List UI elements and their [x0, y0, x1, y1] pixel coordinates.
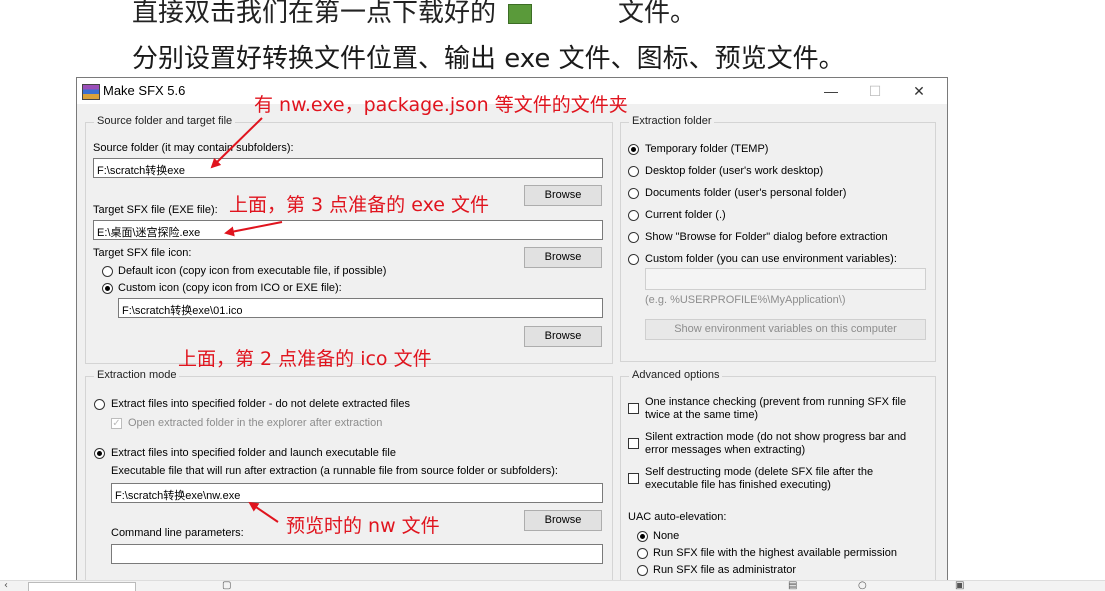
self-destruct-label-line-2[interactable]: executable file has finished executing): [645, 479, 831, 491]
folder-custom-label[interactable]: Custom folder (you can use environment v…: [645, 253, 897, 265]
extraction-mode-title: Extraction mode: [94, 369, 180, 381]
target-sfx-label: Target SFX file (EXE file):: [93, 204, 218, 216]
default-icon-label[interactable]: Default icon (copy icon from executable …: [118, 265, 386, 277]
show-env-vars-button: Show environment variables on this compu…: [645, 319, 926, 340]
annotation-icon-file: 上面，第 2 点准备的 ico 文件: [178, 348, 432, 370]
silent-mode-checkbox[interactable]: [628, 438, 639, 449]
window-title: Make SFX 5.6: [103, 83, 186, 98]
doc-line-1-after: 文件。: [618, 0, 697, 28]
source-folder-label: Source folder (it may contain subfolders…: [93, 142, 294, 154]
target-sfx-input[interactable]: E:\桌面\迷宫探险.exe: [93, 220, 603, 240]
target-icon-label: Target SFX file icon:: [93, 247, 192, 259]
silent-mode-label-line-1[interactable]: Silent extraction mode (do not show prog…: [645, 431, 906, 443]
icon-path-input[interactable]: F:\scratch转换exe\01.ico: [118, 298, 603, 318]
folder-temp-label[interactable]: Temporary folder (TEMP): [645, 143, 768, 155]
folder-documents-radio[interactable]: [628, 188, 639, 199]
extract-nodelete-radio[interactable]: [94, 399, 105, 410]
uac-label: UAC auto-elevation:: [628, 511, 727, 523]
executable-file-input[interactable]: F:\scratch转换exe\nw.exe: [111, 483, 603, 503]
make-sfx-window: Make SFX 5.6 — ☐ ✕ Source folder and tar…: [76, 77, 948, 585]
self-destruct-label-line-1[interactable]: Self destructing mode (delete SFX file a…: [645, 466, 873, 478]
folder-current-label[interactable]: Current folder (.): [645, 209, 726, 221]
executable-browse-button[interactable]: Browse: [524, 510, 602, 531]
archive-file-icon: [508, 3, 533, 24]
uac-highest-label[interactable]: Run SFX file with the highest available …: [653, 547, 897, 559]
annotation-target-exe: 上面，第 3 点准备的 exe 文件: [229, 194, 489, 216]
icon-browse-button[interactable]: Browse: [524, 326, 602, 347]
default-icon-radio[interactable]: [102, 266, 113, 277]
uac-none-radio[interactable]: [637, 531, 648, 542]
source-browse-button[interactable]: Browse: [524, 185, 602, 206]
doc-instruction-line-2: 分别设置好转换文件位置、输出 exe 文件、图标、预览文件。: [132, 44, 845, 74]
folder-browse-dialog-label[interactable]: Show "Browse for Folder" dialog before e…: [645, 231, 888, 243]
extract-nodelete-label[interactable]: Extract files into specified folder - do…: [111, 398, 410, 410]
folder-desktop-radio[interactable]: [628, 166, 639, 177]
custom-folder-example: (e.g. %USERPROFILE%\MyApplication\): [645, 294, 846, 306]
minimize-button[interactable]: —: [809, 80, 853, 102]
source-folder-input[interactable]: F:\scratch转换exe: [93, 158, 603, 178]
uac-admin-label[interactable]: Run SFX file as administrator: [653, 564, 796, 576]
document-status-bar: ‹ ▢ ▤ ○ ▣: [0, 580, 1105, 591]
custom-icon-radio[interactable]: [102, 283, 113, 294]
folder-custom-radio[interactable]: [628, 254, 639, 265]
source-group-title: Source folder and target file: [94, 115, 236, 127]
doc-line-1-before: 直接双击我们在第一点下载好的: [132, 0, 497, 28]
open-explorer-checkbox: ✓: [111, 418, 122, 429]
maximize-button[interactable]: ☐: [853, 80, 897, 102]
annotation-source-folder: 有 nw.exe，package.json 等文件的文件夹: [254, 94, 628, 116]
doc-instruction-line-1: 直接双击我们在第一点下载好的 文件。: [132, 0, 696, 29]
silent-mode-label-line-2[interactable]: error messages when extracting): [645, 444, 805, 456]
close-button[interactable]: ✕: [897, 80, 941, 102]
one-instance-checkbox[interactable]: [628, 403, 639, 414]
self-destruct-checkbox[interactable]: [628, 473, 639, 484]
command-line-label: Command line parameters:: [111, 527, 244, 539]
command-line-input[interactable]: [111, 544, 603, 564]
folder-desktop-label[interactable]: Desktop folder (user's work desktop): [645, 165, 823, 177]
winrar-app-icon: [82, 84, 100, 100]
advanced-options-title: Advanced options: [629, 369, 723, 381]
uac-admin-radio[interactable]: [637, 565, 648, 576]
executable-file-label: Executable file that will run after extr…: [111, 465, 558, 477]
one-instance-label-line-1[interactable]: One instance checking (prevent from runn…: [645, 396, 906, 408]
target-browse-button[interactable]: Browse: [524, 247, 602, 268]
open-explorer-label: Open extracted folder in the explorer af…: [128, 417, 383, 429]
one-instance-label-line-2[interactable]: twice at the same time): [645, 409, 758, 421]
custom-folder-input: [645, 268, 926, 290]
folder-temp-radio[interactable]: [628, 144, 639, 155]
folder-documents-label[interactable]: Documents folder (user's personal folder…: [645, 187, 846, 199]
folder-browse-dialog-radio[interactable]: [628, 232, 639, 243]
extraction-folder-title: Extraction folder: [629, 115, 715, 127]
uac-highest-radio[interactable]: [637, 548, 648, 559]
extract-launch-label[interactable]: Extract files into specified folder and …: [111, 447, 396, 459]
annotation-preview-file: 预览时的 nw 文件: [286, 515, 440, 537]
custom-icon-label[interactable]: Custom icon (copy icon from ICO or EXE f…: [118, 282, 342, 294]
folder-current-radio[interactable]: [628, 210, 639, 221]
extract-launch-radio[interactable]: [94, 448, 105, 459]
uac-none-label[interactable]: None: [653, 530, 679, 542]
